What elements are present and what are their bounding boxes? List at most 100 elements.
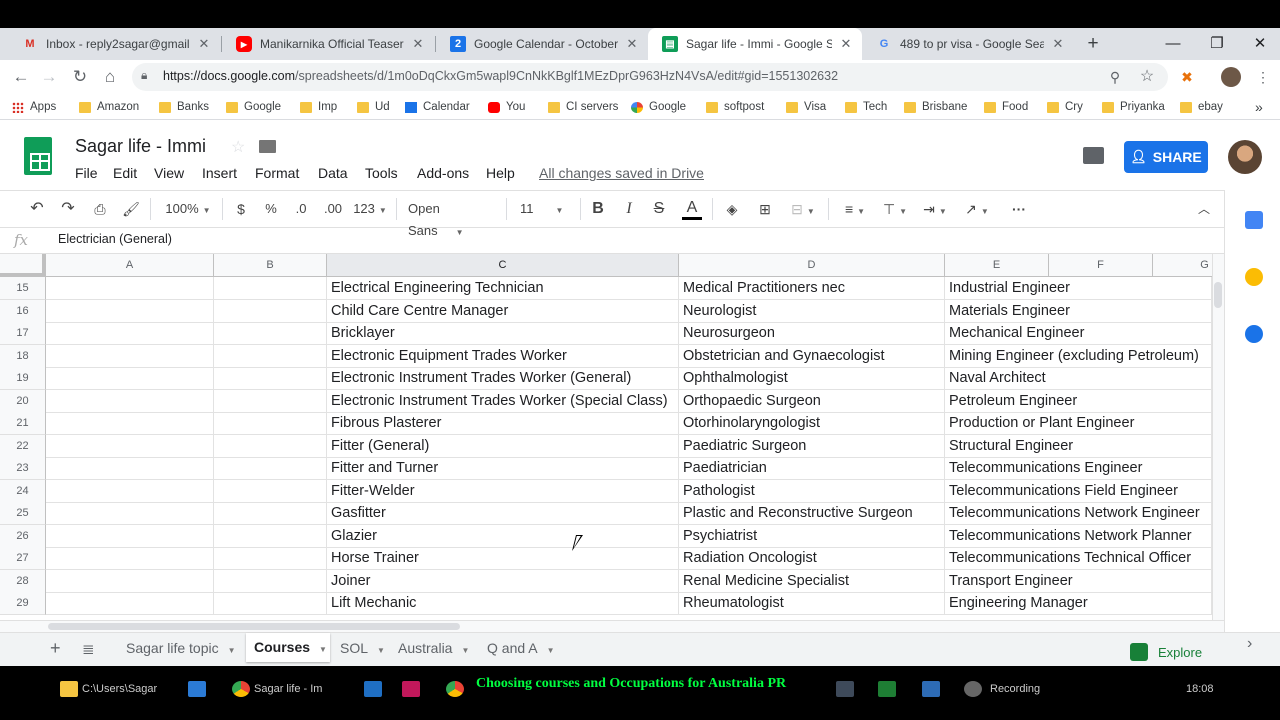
tab-close-icon[interactable]: ✕ (838, 36, 854, 52)
cell-d[interactable]: Paediatrician (679, 457, 945, 480)
close-window-button[interactable]: ✕ (1237, 30, 1280, 58)
menu-help[interactable]: Help (486, 165, 515, 181)
horizontal-scroll-thumb[interactable] (48, 623, 460, 630)
column-header-b[interactable]: B (214, 254, 327, 277)
cell-b[interactable] (214, 502, 327, 525)
cell-d[interactable]: Otorhinolaryngologist (679, 412, 945, 435)
text-color-button[interactable]: A (682, 198, 702, 220)
tab-close-icon[interactable]: ✕ (410, 36, 426, 52)
bookmark-brisbane[interactable]: Brisbane (904, 98, 967, 116)
row-header[interactable]: 21 (0, 412, 46, 435)
comment-icon[interactable] (1083, 147, 1104, 164)
cell-a[interactable] (46, 569, 214, 593)
account-avatar[interactable] (1228, 140, 1262, 174)
all-sheets-icon[interactable]: ≣ (82, 640, 95, 658)
calendar-icon[interactable] (1245, 211, 1263, 229)
app-icon[interactable] (836, 681, 854, 697)
column-header-g[interactable]: G (1153, 254, 1212, 277)
cell-d[interactable]: Rheumatologist (679, 592, 945, 615)
bookmark-you[interactable]: You (488, 98, 525, 116)
excel-icon[interactable] (878, 681, 896, 697)
bookmark-ci-servers[interactable]: CI servers (548, 98, 618, 116)
column-header-a[interactable]: A (46, 254, 214, 277)
cell-d[interactable]: Plastic and Reconstructive Surgeon (679, 502, 945, 525)
sheets-logo-icon[interactable] (24, 137, 52, 175)
bookmark-ud[interactable]: Ud (357, 98, 390, 116)
increase-decimal-button[interactable]: .00 (322, 198, 344, 220)
menu-view[interactable]: View (154, 165, 184, 181)
cell-a[interactable] (46, 277, 214, 300)
column-header-d[interactable]: D (679, 254, 945, 277)
more-bookmarks-button[interactable]: » (1255, 98, 1263, 116)
row-header[interactable]: 16 (0, 299, 46, 323)
cell-c[interactable]: Gasfitter (327, 502, 679, 525)
menu-addons[interactable]: Add-ons (417, 165, 469, 181)
row-header[interactable]: 22 (0, 434, 46, 458)
row-header[interactable]: 26 (0, 524, 46, 548)
cell-a[interactable] (46, 299, 214, 323)
chrome-icon[interactable] (446, 681, 464, 697)
share-button[interactable]: 👤︎ SHARE (1124, 141, 1208, 173)
explore-button[interactable]: Explore (1118, 638, 1214, 666)
cell-b[interactable] (214, 344, 327, 368)
tab-close-icon[interactable]: ✕ (1050, 36, 1066, 52)
tab-sheets-active[interactable]: ▤ Sagar life - Immi - Google She ✕ (648, 28, 862, 60)
menu-dots-icon[interactable]: ⋮ (1250, 64, 1276, 90)
cell-e[interactable]: Mechanical Engineer (945, 322, 1212, 345)
merge-cells-icon[interactable]: ⊟ ▼ (788, 198, 818, 220)
italic-button[interactable]: I (621, 198, 637, 220)
cell-c[interactable]: Electronic Instrument Trades Worker (Spe… (327, 389, 679, 413)
row-header[interactable]: 23 (0, 457, 46, 480)
row-header[interactable]: 20 (0, 389, 46, 413)
tasks-icon[interactable] (1245, 325, 1263, 343)
select-all-corner[interactable] (0, 254, 46, 277)
cell-c[interactable]: Electronic Instrument Trades Worker (Gen… (327, 367, 679, 390)
forward-arrow-icon[interactable]: → (36, 64, 62, 90)
bookmark-google-folder[interactable]: Google (226, 98, 281, 116)
cell-e[interactable]: Telecommunications Technical Officer (945, 547, 1212, 570)
reload-icon[interactable]: ↻ (67, 64, 93, 90)
cell-e[interactable]: Production or Plant Engineer (945, 412, 1212, 435)
cell-e[interactable]: Telecommunications Engineer (945, 457, 1212, 480)
menu-data[interactable]: Data (318, 165, 348, 181)
cell-d[interactable]: Medical Practitioners nec (679, 277, 945, 300)
currency-format-button[interactable]: $ (232, 198, 250, 220)
cell-a[interactable] (46, 344, 214, 368)
cell-e[interactable]: Mining Engineer (excluding Petroleum) (945, 344, 1212, 368)
bold-button[interactable]: B (590, 198, 606, 220)
app-icon[interactable] (402, 681, 420, 697)
app-icon[interactable] (922, 681, 940, 697)
undo-icon[interactable]: ↶ (26, 198, 48, 220)
row-header[interactable]: 24 (0, 479, 46, 503)
app-icon[interactable] (188, 681, 206, 697)
formula-input[interactable]: Electrician (General) (58, 232, 172, 246)
zoom-lens-icon[interactable]: ⚲ (1102, 64, 1128, 90)
font-family-select[interactable]: Open Sans ▼ (408, 198, 496, 238)
menu-insert[interactable]: Insert (202, 165, 237, 181)
sheet-tab-sol[interactable]: SOL ▼ (332, 636, 388, 660)
text-rotation-icon[interactable]: ↗ ▼ (960, 198, 994, 220)
row-header[interactable]: 19 (0, 367, 46, 390)
cell-d[interactable]: Orthopaedic Surgeon (679, 389, 945, 413)
cell-b[interactable] (214, 479, 327, 503)
cell-b[interactable] (214, 457, 327, 480)
vertical-align-icon[interactable]: ⊤ ▼ (878, 198, 912, 220)
cell-b[interactable] (214, 524, 327, 548)
horizontal-align-icon[interactable]: ≡ ▼ (838, 198, 872, 220)
cell-c[interactable]: Fitter-Welder (327, 479, 679, 503)
cell-d[interactable]: Renal Medicine Specialist (679, 569, 945, 593)
bookmark-softpost[interactable]: softpost (706, 98, 764, 116)
row-header[interactable]: 28 (0, 569, 46, 593)
cell-a[interactable] (46, 322, 214, 345)
cell-a[interactable] (46, 412, 214, 435)
cell-b[interactable] (214, 322, 327, 345)
cell-b[interactable] (214, 434, 327, 458)
collapse-menu-icon[interactable]: ︿ (1194, 198, 1214, 220)
url-text[interactable]: https://docs.google.com/spreadsheets/d/1… (163, 69, 838, 83)
cell-a[interactable] (46, 434, 214, 458)
cell-a[interactable] (46, 547, 214, 570)
tab-gmail[interactable]: M Inbox - reply2sagar@gmail.co ✕ (8, 28, 220, 60)
bookmark-cry[interactable]: Cry (1047, 98, 1083, 116)
redo-icon[interactable]: ↷ (57, 198, 79, 220)
bookmark-priyanka[interactable]: Priyanka (1102, 98, 1165, 116)
